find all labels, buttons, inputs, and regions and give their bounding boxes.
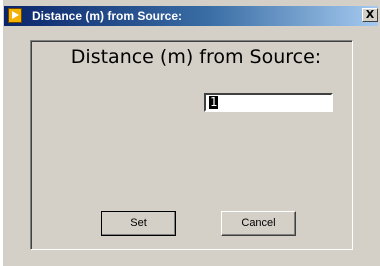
- window-title: Distance (m) from Source:: [32, 9, 183, 23]
- close-button[interactable]: X: [362, 8, 378, 22]
- content-panel: [30, 40, 353, 250]
- prompt-heading: Distance (m) from Source:: [70, 46, 322, 68]
- window-left-edge: [0, 0, 3, 266]
- distance-input[interactable]: 1: [204, 93, 333, 112]
- labview-run-arrow-icon: [8, 8, 22, 23]
- cancel-button[interactable]: Cancel: [221, 211, 296, 236]
- dialog-window: Distance (m) from Source: X Distance (m)…: [0, 0, 380, 266]
- title-bar[interactable]: Distance (m) from Source: X: [4, 6, 378, 26]
- distance-input-value: 1: [209, 95, 219, 109]
- set-button[interactable]: Set: [101, 211, 176, 236]
- close-icon: X: [365, 8, 375, 21]
